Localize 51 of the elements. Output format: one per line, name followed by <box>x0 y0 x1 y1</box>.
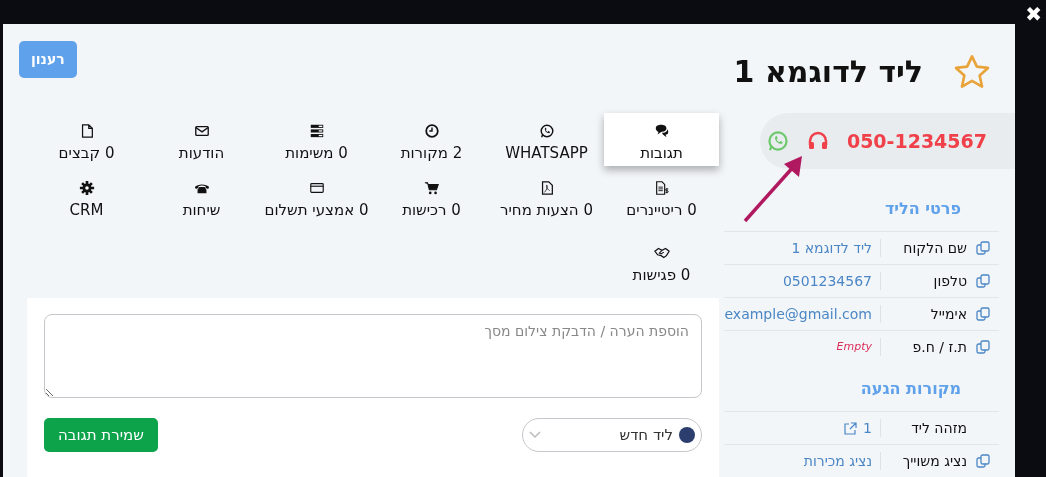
lead-id-link[interactable]: 1 <box>863 417 872 439</box>
tab[interactable]: WHATSAPP <box>489 113 604 166</box>
comment-field[interactable]: הוספת הערה / הדבקת צילום מסך <box>44 314 702 398</box>
lead-title: ליד לדוגמא 1 <box>733 53 923 91</box>
chevron-icon <box>529 431 541 439</box>
tab[interactable]: 2 מקורות <box>374 113 489 166</box>
tab[interactable]: הודעות <box>144 113 259 166</box>
external-link-icon[interactable] <box>844 421 858 435</box>
arrow-annotation <box>743 153 805 223</box>
copy-icon[interactable] <box>975 453 991 469</box>
copy-icon[interactable] <box>975 306 991 322</box>
field-value[interactable]: 0501234567 <box>782 270 872 292</box>
field-value[interactable]: נציג מכירות <box>803 450 872 472</box>
speech-bubbles-icon <box>653 123 670 139</box>
cart-icon <box>423 180 440 196</box>
handshake-icon <box>653 245 670 261</box>
tab[interactable]: 0 אמצעי תשלום <box>259 170 374 223</box>
close-button[interactable]: ✖ <box>1025 4 1042 24</box>
tab[interactable]: 0 משימות <box>259 113 374 166</box>
field-value[interactable]: example@gmail.com <box>724 303 872 325</box>
star-icon[interactable] <box>953 53 991 90</box>
tab[interactable]: 0 רכישות <box>374 170 489 223</box>
tab[interactable]: 0 פגישות <box>604 235 719 288</box>
tab[interactable]: שיחות <box>144 170 259 223</box>
clock-icon <box>423 123 440 139</box>
whatsapp-icon <box>538 123 555 139</box>
gear-icon <box>78 180 95 196</box>
envelope-icon <box>193 123 210 139</box>
field-label: אימייל <box>929 304 968 324</box>
tab[interactable]: 0 קבצים <box>29 113 144 166</box>
field-label: שם הלקוח <box>902 238 968 258</box>
copy-icon[interactable] <box>975 240 991 256</box>
server-stack-icon <box>308 123 325 139</box>
tab[interactable]: 0 הצעות מחיר <box>489 170 604 223</box>
section-title: פרטי הליד <box>883 198 962 220</box>
field-value[interactable]: ליד לדוגמא 1 <box>791 237 872 259</box>
tab[interactable]: CRM <box>29 170 144 223</box>
tab[interactable]: תגובות <box>604 113 719 166</box>
credit-card-icon <box>308 180 325 196</box>
field-label: ת.ז / ח.פ <box>911 337 968 357</box>
invoice-icon <box>653 180 670 196</box>
field-label: טלפון <box>932 271 968 291</box>
whatsapp-icon[interactable] <box>766 130 789 152</box>
field-label: מזהה ליד <box>910 418 968 438</box>
headphones-icon[interactable] <box>806 131 829 151</box>
copy-icon[interactable] <box>975 273 991 289</box>
empty-value[interactable]: Empty <box>836 338 872 356</box>
tab[interactable]: 0 ריטיינרים <box>604 170 719 223</box>
section-title: מקורות הגעה <box>859 378 962 400</box>
field-label: נציג משוייך <box>901 451 968 471</box>
copy-icon[interactable] <box>975 339 991 355</box>
